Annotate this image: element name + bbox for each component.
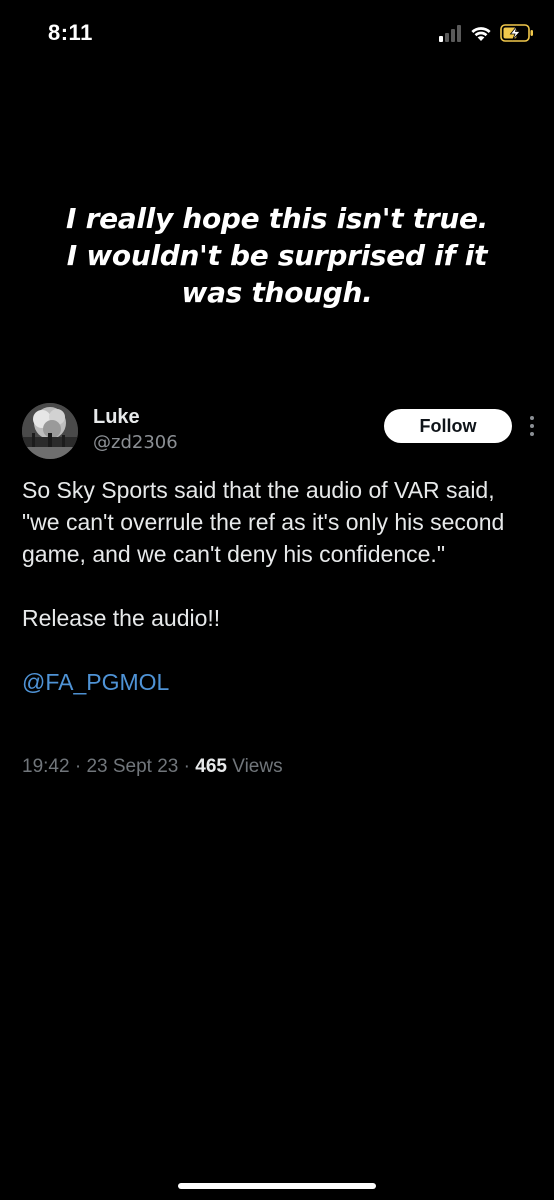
tweet-time[interactable]: 19:42 [22, 756, 70, 777]
meta-separator: · [183, 756, 190, 777]
battery-charging-icon [500, 24, 533, 42]
tweet-text: So Sky Sports said that the audio of VAR… [22, 477, 505, 567]
follow-button[interactable]: Follow [384, 409, 512, 443]
tweet-body: So Sky Sports said that the audio of VAR… [22, 474, 532, 698]
author-name[interactable]: Luke [93, 406, 140, 429]
avatar-photo [22, 403, 78, 459]
tweet-meta: 19:42 · 23 Sept 23 · 465 Views [22, 756, 283, 778]
signal-icon [439, 25, 461, 42]
tweet-header: Luke @zd2306 Follow [22, 403, 542, 461]
status-icons [438, 20, 534, 46]
home-indicator[interactable] [178, 1183, 376, 1189]
wifi-icon [471, 27, 491, 41]
tweet-cta-text: Release the audio!! [22, 605, 221, 631]
status-bar: 8:11 [0, 0, 554, 64]
views-count[interactable]: 465 [195, 756, 227, 777]
caption-text: I really hope this isn't true. I wouldn'… [66, 202, 488, 309]
tweet-date[interactable]: 23 Sept 23 [86, 756, 178, 777]
meta-separator: · [74, 756, 82, 777]
views-label[interactable]: Views [232, 756, 282, 777]
author-handle[interactable]: @zd2306 [93, 432, 178, 453]
more-vertical-icon[interactable] [524, 413, 540, 439]
mention-link[interactable]: @FA_PGMOL [22, 666, 169, 698]
avatar[interactable] [22, 403, 78, 459]
status-time: 8:11 [48, 20, 93, 45]
